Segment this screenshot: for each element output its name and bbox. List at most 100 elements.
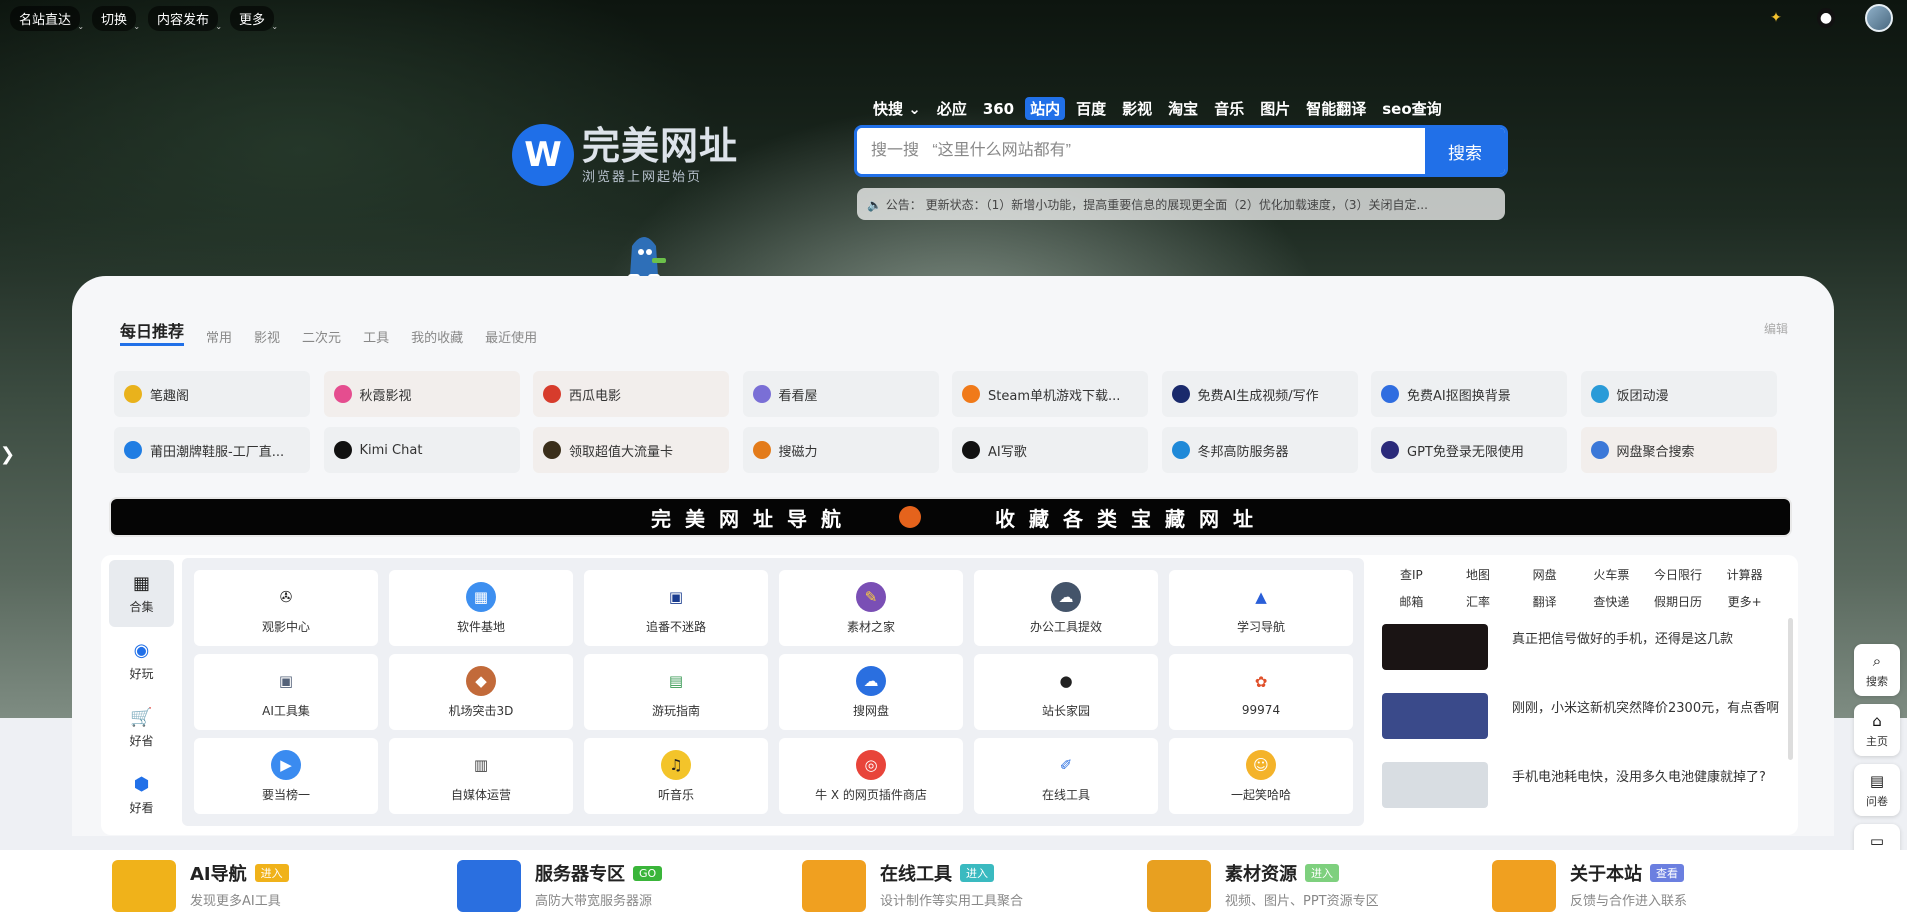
- recommend-item[interactable]: 莆田潮牌鞋服-工厂直...: [114, 427, 310, 473]
- category-item[interactable]: ✿ 99974: [1169, 654, 1353, 730]
- tab-1[interactable]: 常用: [206, 327, 232, 346]
- category-item[interactable]: ▶ 要当榜一: [194, 738, 378, 814]
- recommend-item[interactable]: 看看屋: [742, 371, 939, 417]
- recommend-label: AI写歌: [988, 444, 1027, 460]
- quick-tool-link[interactable]: 邮箱: [1378, 593, 1445, 610]
- recommend-item[interactable]: 饭团动漫: [1580, 371, 1777, 417]
- quick-tool-link[interactable]: 计算器: [1711, 566, 1778, 583]
- quick-tool-link[interactable]: 查快递: [1578, 593, 1645, 610]
- sidebar-item[interactable]: 🛒 好省: [109, 694, 174, 761]
- engine-tab[interactable]: 音乐: [1209, 97, 1249, 120]
- category-item[interactable]: ▤ 游玩指南: [584, 654, 768, 730]
- float-button-2[interactable]: ▤ 问卷: [1854, 764, 1900, 816]
- recommend-item[interactable]: 笔趣阁: [114, 371, 310, 417]
- news-scrollbar[interactable]: [1788, 618, 1793, 760]
- tab-4[interactable]: 工具: [363, 327, 389, 346]
- bottom-card-badge[interactable]: 进入: [1305, 864, 1339, 882]
- category-item[interactable]: ▲ 学习导航: [1169, 570, 1353, 646]
- topnav-item[interactable]: 切换 ⌄: [92, 6, 140, 31]
- category-item[interactable]: ☁ 搜网盘: [779, 654, 963, 730]
- quick-tool-link[interactable]: 更多+: [1711, 593, 1778, 610]
- bottom-card[interactable]: 服务器专区 GO 高防大带宽服务器源: [457, 860, 663, 912]
- engine-tab[interactable]: 快搜 ⌄: [868, 97, 926, 120]
- tab-2[interactable]: 影视: [254, 327, 280, 346]
- bottom-card-badge[interactable]: 查看: [1650, 864, 1684, 882]
- quick-tool-link[interactable]: 汇率: [1445, 593, 1512, 610]
- search-button[interactable]: 搜索: [1425, 128, 1505, 174]
- bottom-card-badge[interactable]: GO: [633, 865, 663, 881]
- bottom-card[interactable]: 在线工具 进入 设计制作等实用工具聚合: [802, 860, 1023, 912]
- engine-tab[interactable]: 百度: [1071, 97, 1111, 120]
- expand-arrow-icon[interactable]: ❯: [0, 444, 15, 465]
- float-button-1[interactable]: ⌂ 主页: [1854, 704, 1900, 756]
- recommend-item[interactable]: 冬邦高防服务器: [1161, 427, 1358, 473]
- float-button-0[interactable]: ⌕ 搜索: [1854, 644, 1900, 696]
- recommend-item[interactable]: 免费AI抠图换背景: [1371, 371, 1567, 417]
- news-item[interactable]: 真正把信号做好的手机，还得是这几款: [1372, 618, 1792, 687]
- recommend-item[interactable]: 搜磁力: [742, 427, 939, 473]
- engine-tab[interactable]: 站内: [1025, 97, 1066, 120]
- topnav-item[interactable]: 更多 ⌄: [230, 6, 278, 31]
- recommend-item[interactable]: 领取超值大流量卡: [533, 427, 729, 473]
- sidebar-item[interactable]: ▦ 合集: [109, 560, 174, 627]
- category-item[interactable]: ✎ 素材之家: [779, 570, 963, 646]
- recommend-item[interactable]: 秋霞影视: [323, 371, 520, 417]
- tab-0[interactable]: 每日推荐: [120, 318, 185, 346]
- category-item[interactable]: ◆ 机场突击3D: [389, 654, 573, 730]
- search-input[interactable]: [857, 128, 1425, 174]
- engine-tab[interactable]: 智能翻译: [1301, 97, 1371, 120]
- bottom-card-badge[interactable]: 进入: [254, 864, 289, 882]
- promo-banner[interactable]: 完美网址导航 收藏各类宝藏网址: [109, 497, 1792, 537]
- news-item[interactable]: 刚刚，小米这新机突然降价2300元，有点香啊: [1372, 687, 1792, 756]
- bottom-card[interactable]: AI导航 进入 发现更多AI工具: [112, 860, 289, 912]
- category-item[interactable]: ● 站长家园: [974, 654, 1158, 730]
- recommend-item[interactable]: AI写歌: [952, 427, 1148, 473]
- sidebar-item[interactable]: ◉ 好玩: [109, 627, 174, 694]
- tab-6[interactable]: 最近使用: [485, 327, 537, 346]
- engine-tab[interactable]: 影视: [1117, 97, 1157, 120]
- bottom-card[interactable]: 素材资源 进入 视频、图片、PPT资源专区: [1147, 860, 1379, 912]
- quick-tool-link[interactable]: 假期日历: [1645, 593, 1712, 610]
- quick-tool-link[interactable]: 今日限行: [1645, 566, 1712, 583]
- category-item[interactable]: ✇ 观影中心: [194, 570, 378, 646]
- quick-tool-link[interactable]: 翻译: [1511, 593, 1578, 610]
- category-item[interactable]: ▦ 软件基地: [389, 570, 573, 646]
- recommend-item[interactable]: 网盘聚合搜索: [1580, 427, 1777, 473]
- quick-tool-link[interactable]: 网盘: [1511, 566, 1578, 583]
- tab-3[interactable]: 二次元: [302, 327, 341, 346]
- topnav-item[interactable]: 名站直达 ⌄: [10, 6, 84, 31]
- category-item[interactable]: ▣ AI工具集: [194, 654, 378, 730]
- category-item[interactable]: ✐ 在线工具: [974, 738, 1158, 814]
- topnav-item[interactable]: 内容发布 ⌄: [148, 6, 222, 31]
- qq-icon[interactable]: ●: [1817, 8, 1835, 28]
- sidebar-item[interactable]: ⬢ 好看: [109, 761, 174, 828]
- quick-tool-link[interactable]: 火车票: [1578, 566, 1645, 583]
- recommend-item[interactable]: 免费AI生成视频/写作: [1161, 371, 1358, 417]
- engine-tab[interactable]: 360: [978, 99, 1019, 119]
- edit-button[interactable]: 编辑: [1764, 320, 1788, 337]
- engine-tab[interactable]: 必应: [932, 97, 972, 120]
- recommend-item[interactable]: Kimi Chat: [323, 427, 520, 473]
- recommend-item[interactable]: GPT免登录无限使用: [1371, 427, 1567, 473]
- site-logo[interactable]: W 完美网址 浏览器上网起始页: [512, 124, 738, 186]
- engine-tab[interactable]: 图片: [1255, 97, 1295, 120]
- tab-5[interactable]: 我的收藏: [411, 327, 463, 346]
- quick-tool-link[interactable]: 地图: [1445, 566, 1512, 583]
- engine-tab[interactable]: 淘宝: [1163, 97, 1203, 120]
- recommend-item[interactable]: Steam单机游戏下载...: [952, 371, 1148, 417]
- recommend-item[interactable]: 西瓜电影: [533, 371, 729, 417]
- category-item[interactable]: ☺ 一起笑哈哈: [1169, 738, 1353, 814]
- category-item[interactable]: ▣ 追番不迷路: [584, 570, 768, 646]
- quick-tool-link[interactable]: 查IP: [1378, 566, 1445, 583]
- sparkle-icon[interactable]: ✦: [1765, 7, 1787, 29]
- category-item[interactable]: ♫ 听音乐: [584, 738, 768, 814]
- notice-bar[interactable]: 🔈 公告： 更新状态：（1）新增小功能，提高重要信息的展现更全面（2）优化加载速…: [857, 188, 1505, 220]
- news-item[interactable]: 手机电池耗电快，没用多久电池健康就掉了?: [1372, 756, 1792, 825]
- category-item[interactable]: ◎ 牛 X 的网页插件商店: [779, 738, 963, 814]
- category-item[interactable]: ▥ 自媒体运营: [389, 738, 573, 814]
- category-item[interactable]: ☁ 办公工具提效: [974, 570, 1158, 646]
- bottom-card-badge[interactable]: 进入: [960, 864, 994, 882]
- engine-tab[interactable]: seo查询: [1377, 97, 1446, 120]
- bottom-card[interactable]: 关于本站 查看 反馈与合作进入联系: [1492, 860, 1687, 912]
- avatar[interactable]: [1865, 4, 1893, 32]
